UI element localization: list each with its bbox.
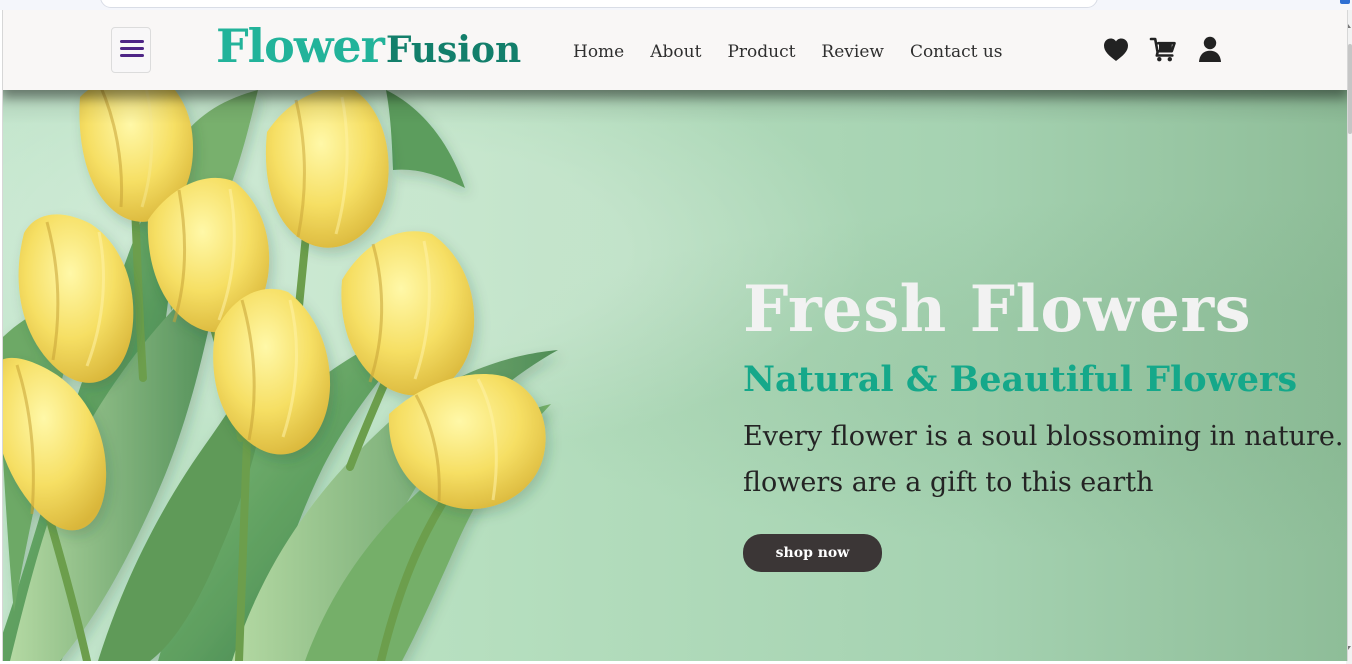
nav-review[interactable]: Review: [821, 43, 884, 61]
tulip-bouquet-image: [3, 90, 558, 661]
nav-about[interactable]: About: [650, 43, 701, 61]
brand-secondary[interactable]: Fusion: [386, 29, 521, 71]
hero-section: Fresh Flowers Natural & Beautiful Flower…: [3, 90, 1347, 661]
shop-now-button[interactable]: shop now: [743, 534, 882, 572]
main-navigation: Home About Product Review Contact us: [573, 41, 1003, 63]
site-header: FlowerFusion Home About Product Review C…: [3, 10, 1347, 90]
hero-copy: Fresh Flowers Natural & Beautiful Flower…: [743, 272, 1344, 572]
brand-primary[interactable]: Flower: [216, 19, 385, 73]
browser-top-strip: [0, 0, 1352, 10]
user-icon[interactable]: [1195, 34, 1225, 64]
cart-icon[interactable]: [1148, 34, 1178, 64]
nav-product[interactable]: Product: [727, 43, 795, 61]
hero-subtitle: Natural & Beautiful Flowers: [743, 359, 1298, 400]
browser-address-pill: [100, 0, 1098, 8]
nav-home[interactable]: Home: [573, 43, 624, 61]
hero-description-line-2: flowers are a gift to this earth: [743, 466, 1154, 498]
heart-icon[interactable]: [1101, 34, 1131, 64]
browser-viewport: FlowerFusion Home About Product Review C…: [0, 0, 1352, 664]
user-icon-svg: [1199, 36, 1221, 62]
menu-button[interactable]: [111, 27, 151, 73]
hero-title: Fresh Flowers: [743, 272, 1252, 347]
header-actions: [1101, 34, 1229, 64]
browser-extension-icon: [1340, 0, 1350, 4]
heart-icon-svg: [1104, 38, 1128, 61]
brand-logo[interactable]: FlowerFusion: [216, 23, 521, 73]
nav-contact-us[interactable]: Contact us: [910, 43, 1003, 61]
page-frame: FlowerFusion Home About Product Review C…: [2, 10, 1348, 661]
hamburger-icon: [120, 40, 144, 58]
cart-icon-svg: [1149, 37, 1176, 62]
hero-description-line-1: Every flower is a soul blossoming in nat…: [743, 421, 1344, 452]
scrollbar-thumb[interactable]: [1348, 44, 1352, 134]
